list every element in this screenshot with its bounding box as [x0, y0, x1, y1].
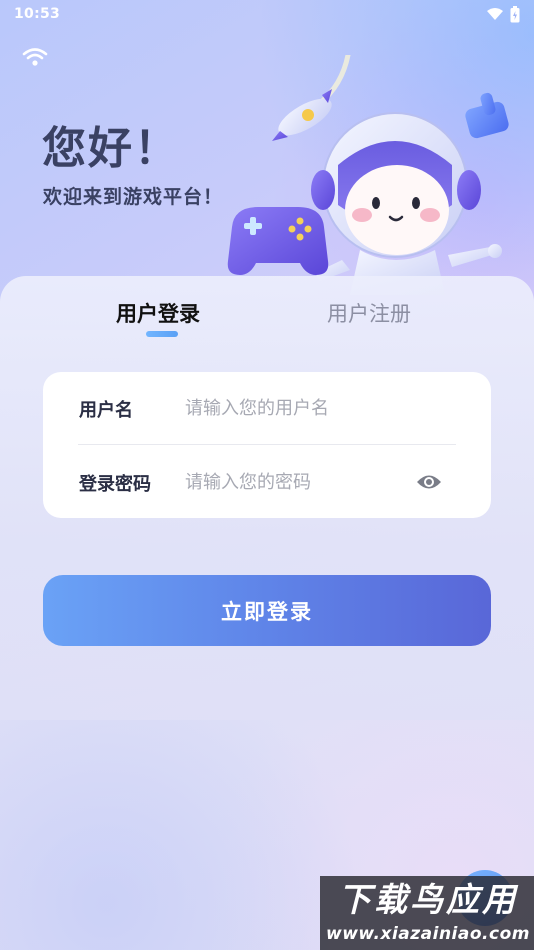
username-input[interactable]: [185, 394, 405, 422]
eye-icon[interactable]: [416, 472, 442, 492]
login-form: 用户名 登录密码: [43, 372, 491, 518]
game-controller-icon: [227, 207, 329, 275]
thumbs-up-icon: [465, 92, 509, 139]
username-row: 用户名: [43, 372, 491, 444]
tab-login[interactable]: 用户登录: [116, 298, 200, 328]
greeting-title: 您好！: [42, 123, 180, 174]
wifi-signal-icon: [487, 8, 503, 20]
astronaut-illustration: [227, 55, 509, 295]
password-row: 登录密码: [43, 446, 491, 518]
login-button[interactable]: 立即登录: [43, 575, 491, 646]
wifi-icon: [22, 48, 48, 66]
form-divider: [78, 444, 456, 445]
status-time: 10:53: [14, 6, 61, 22]
watermark: 下载鸟应用 www.xiazainiao.com: [320, 876, 534, 950]
password-input[interactable]: [185, 468, 405, 496]
watermark-url: www.xiazainiao.com: [326, 924, 530, 944]
username-label: 用户名: [79, 400, 133, 421]
auth-tabs: 用户登录 用户注册: [0, 290, 534, 340]
tab-register[interactable]: 用户注册: [327, 298, 411, 328]
rocket-icon: [272, 89, 332, 141]
watermark-title: 下载鸟应用: [338, 880, 518, 919]
active-tab-indicator: [146, 331, 178, 337]
battery-icon: [510, 5, 520, 22]
password-label: 登录密码: [79, 474, 151, 495]
welcome-subtitle: 欢迎来到游戏平台！: [43, 186, 224, 208]
status-bar: 10:53: [0, 0, 534, 28]
status-icons: [486, 5, 520, 23]
